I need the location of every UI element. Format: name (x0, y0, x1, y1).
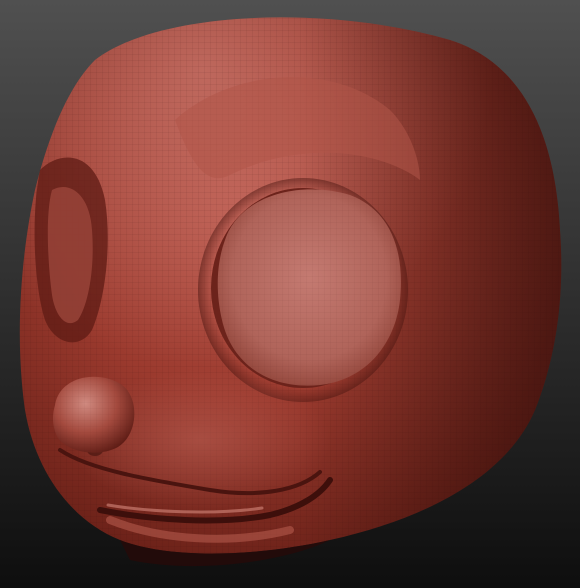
far-eye-socket (34, 157, 108, 343)
sculpt-viewport[interactable] (0, 0, 580, 588)
eye (198, 178, 408, 402)
sculpt-render (0, 0, 580, 588)
